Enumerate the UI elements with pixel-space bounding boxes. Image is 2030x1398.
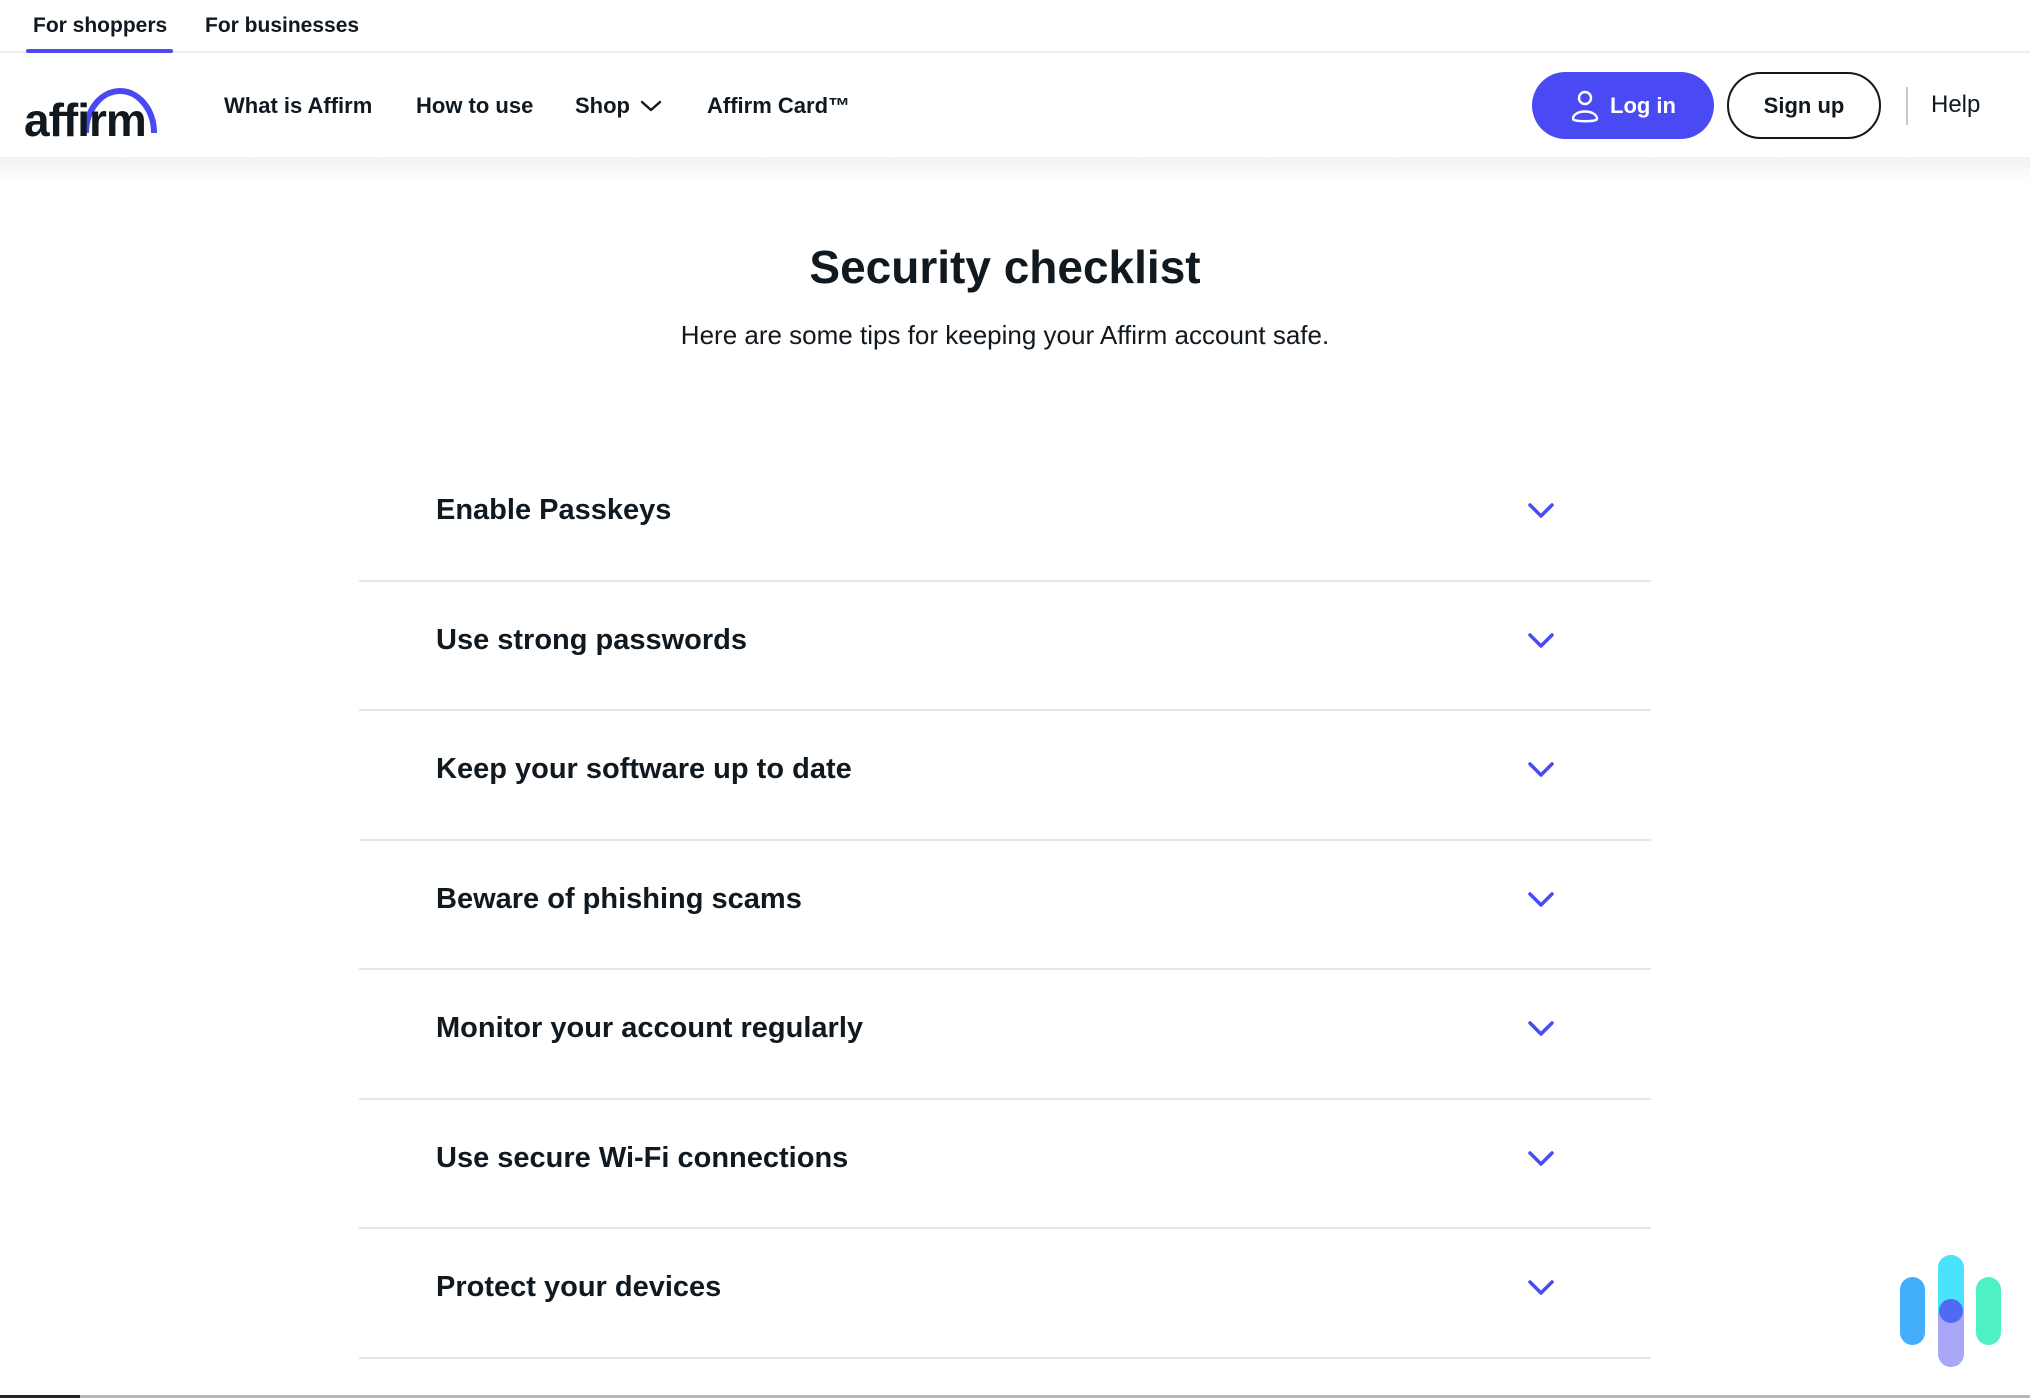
page-subtitle: Here are some tips for keeping your Affi…: [680, 320, 1330, 350]
main-navigation: affirm What is Affirm How to use Shop Af…: [0, 53, 2030, 157]
tab-for-businesses[interactable]: For businesses: [205, 14, 359, 38]
user-icon: [1571, 90, 1599, 122]
help-link[interactable]: Help: [1931, 91, 1980, 119]
chevron-down-icon[interactable]: [1527, 632, 1555, 650]
nav-shadow: [0, 157, 2030, 185]
checklist-item-label: Beware of phishing scams: [436, 882, 802, 915]
login-label: Log in: [1610, 92, 1676, 118]
chevron-down-icon[interactable]: [1527, 1020, 1555, 1038]
checklist-item-label: Use secure Wi-Fi connections: [436, 1141, 849, 1174]
login-button[interactable]: Log in: [1532, 72, 1714, 139]
chat-widget-button[interactable]: [1896, 1250, 2006, 1372]
checklist-item-label: Keep your software up to date: [436, 753, 852, 785]
checklist-item-software-updates[interactable]: Keep your software up to date: [359, 711, 1651, 841]
signup-label: Sign up: [1763, 92, 1845, 118]
checklist-item-phishing-scams[interactable]: Beware of phishing scams: [359, 841, 1651, 970]
security-checklist: Enable Passkeys Use strong passwords Kee…: [359, 452, 1651, 1359]
page-title: Security checklist: [809, 241, 1201, 293]
nav-what-is-affirm[interactable]: What is Affirm: [224, 93, 372, 119]
logo-text: affirm: [24, 94, 147, 146]
nav-shop-label: Shop: [575, 93, 630, 118]
chevron-down-icon[interactable]: [1527, 891, 1555, 909]
chevron-down-icon[interactable]: [1527, 1279, 1555, 1297]
checklist-item-label: Use strong passwords: [436, 623, 748, 656]
checklist-item-secure-wifi[interactable]: Use secure Wi-Fi connections: [359, 1100, 1651, 1229]
nav-affirm-card[interactable]: Affirm Card™: [707, 93, 850, 119]
checklist-item-label: Enable Passkeys: [436, 494, 672, 526]
checklist-item-enable-passkeys[interactable]: Enable Passkeys: [359, 452, 1651, 582]
signup-button[interactable]: Sign up: [1727, 72, 1881, 139]
chevron-down-icon: [640, 100, 662, 112]
nav-shop[interactable]: Shop: [575, 93, 662, 119]
checklist-item-label: Protect your devices: [436, 1271, 722, 1303]
chevron-down-icon[interactable]: [1527, 761, 1555, 779]
nav-divider: [1906, 87, 1908, 125]
checklist-item-strong-passwords[interactable]: Use strong passwords: [359, 582, 1651, 711]
checklist-item-monitor-account[interactable]: Monitor your account regularly: [359, 970, 1651, 1100]
checklist-item-label: Monitor your account regularly: [436, 1012, 863, 1044]
nav-how-to-use[interactable]: How to use: [416, 93, 533, 119]
checklist-item-protect-devices[interactable]: Protect your devices: [359, 1229, 1651, 1359]
affirm-logo[interactable]: affirm: [24, 71, 160, 143]
chat-widget-icon: [1900, 1255, 2001, 1367]
chevron-down-icon[interactable]: [1527, 1150, 1555, 1168]
audience-tab-bar: For shoppers For businesses: [0, 0, 2030, 53]
chevron-down-icon[interactable]: [1527, 502, 1555, 520]
tab-for-shoppers[interactable]: For shoppers: [33, 14, 167, 38]
